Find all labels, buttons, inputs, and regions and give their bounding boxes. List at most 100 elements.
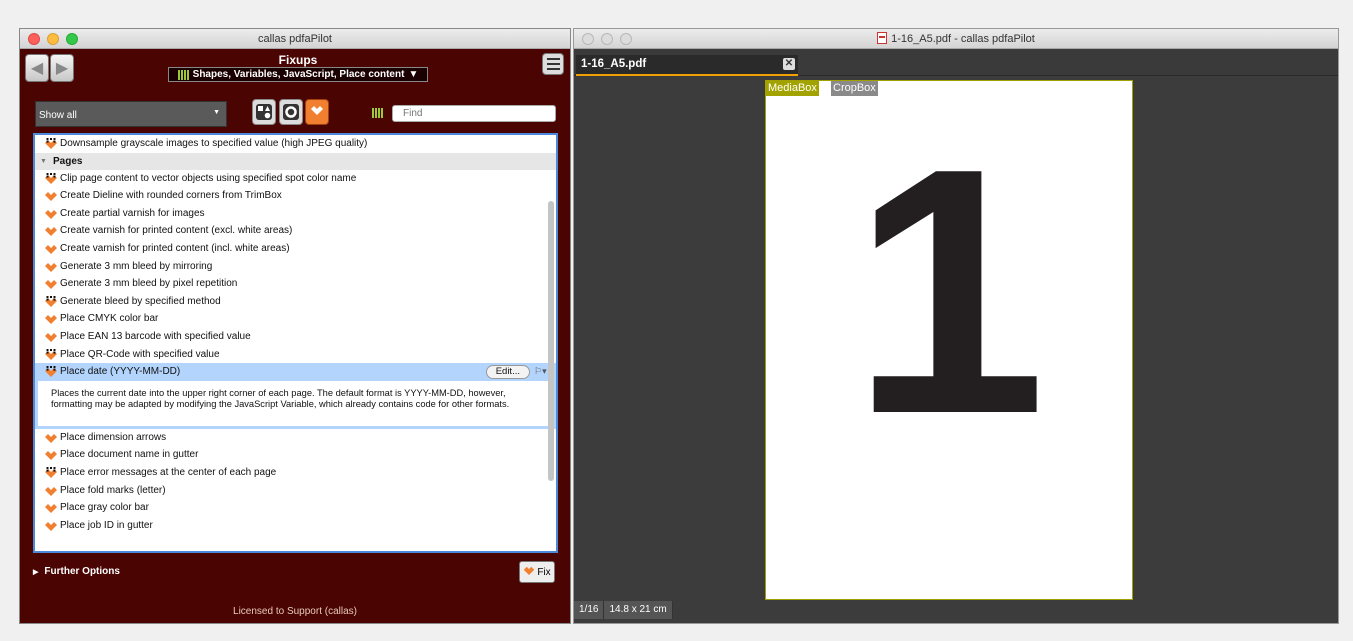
list-item[interactable]: Generate bleed by specified method: [35, 293, 556, 311]
fixup-diamond-icon: [45, 313, 57, 325]
shapes-icon: [256, 104, 272, 120]
page-content-number: 1: [851, 96, 1047, 487]
fixup-diamond-icon: [45, 261, 57, 273]
list-item[interactable]: Create Dieline with rounded corners from…: [35, 187, 556, 205]
edit-button[interactable]: Edit...: [485, 365, 530, 380]
list-item[interactable]: Place document name in gutter: [35, 446, 556, 464]
arrow-right-icon: ▶: [55, 60, 69, 77]
pdf-file-icon: [877, 32, 888, 44]
zoom-window-button[interactable]: [620, 33, 632, 45]
list-item[interactable]: Place job ID in gutter: [35, 517, 556, 535]
forward-button[interactable]: ▶: [50, 54, 74, 82]
list-item[interactable]: Clip page content to vector objects usin…: [35, 170, 556, 188]
group-header-pages[interactable]: ▼ Pages: [35, 152, 556, 170]
list-item[interactable]: Create varnish for printed content (excl…: [35, 222, 556, 240]
hamburger-menu-button[interactable]: [542, 53, 564, 75]
ring-icon: [283, 104, 299, 120]
disclosure-triangle-icon: ▶: [33, 569, 39, 576]
list-item-label: Place EAN 13 barcode with specified valu…: [60, 330, 251, 342]
list-item[interactable]: Generate 3 mm bleed by pixel repetition: [35, 275, 556, 293]
fixup-diamond-icon: [45, 278, 57, 290]
fixups-window: callas pdfaPilot ◀ ▶ Fixups Shapes, Vari…: [19, 28, 571, 624]
category-selector[interactable]: Shapes, Variables, JavaScript, Place con…: [168, 67, 428, 82]
list-item[interactable]: Generate 3 mm bleed by mirroring: [35, 258, 556, 276]
fixup-diamond-icon: [45, 449, 57, 461]
chevron-down-icon: ▼: [408, 69, 419, 80]
left-window-titlebar: callas pdfaPilot: [20, 29, 570, 49]
list-item-selected[interactable]: Place date (YYYY-MM-DD) Edit... ⚐▾: [35, 363, 556, 381]
pdf-viewer-window: 1-16_A5.pdf - callas pdfaPilot 1-16_A5.p…: [573, 28, 1339, 624]
list-item-label: Place QR-Code with specified value: [60, 348, 220, 360]
back-button[interactable]: ◀: [25, 54, 49, 82]
dotted-fixup-icon: [45, 466, 57, 479]
close-window-button[interactable]: [28, 33, 40, 45]
fix-button[interactable]: Fix: [519, 561, 555, 583]
circle-filter-button[interactable]: [279, 99, 303, 125]
fixup-description: Places the current date into the upper r…: [35, 380, 556, 429]
list-item-label: Create partial varnish for images: [60, 207, 205, 219]
close-tab-icon[interactable]: ✕: [783, 58, 795, 70]
shapes-filter-button[interactable]: [252, 99, 276, 125]
category-selector-label: Shapes, Variables, JavaScript, Place con…: [192, 69, 405, 80]
list-item[interactable]: Create partial varnish for images: [35, 205, 556, 223]
list-item-label: Place gray color bar: [60, 502, 149, 514]
list-item-label: Place CMYK color bar: [60, 313, 159, 325]
find-input[interactable]: [392, 105, 556, 122]
zoom-window-button[interactable]: [66, 33, 78, 45]
further-options-toggle[interactable]: ▶ Further Options: [33, 566, 120, 577]
document-tab-label: 1-16_A5.pdf: [581, 58, 647, 70]
toolbar: Show all ▼: [35, 99, 556, 127]
list-item[interactable]: Place EAN 13 barcode with specified valu…: [35, 328, 556, 346]
list-item-label: Create Dieline with rounded corners from…: [60, 190, 282, 202]
right-window-title: 1-16_A5.pdf - callas pdfaPilot: [891, 33, 1035, 45]
disclosure-triangle-icon: ▼: [40, 157, 47, 165]
fixup-diamond-icon: [45, 243, 57, 255]
chevron-down-icon: ▼: [213, 109, 220, 116]
right-window-titlebar: 1-16_A5.pdf - callas pdfaPilot: [574, 29, 1338, 49]
fixup-diamond-icon: [524, 566, 535, 575]
vertical-scrollbar[interactable]: [548, 201, 554, 481]
filter-select-value: Show all: [39, 110, 77, 121]
list-item[interactable]: Place error messages at the center of ea…: [35, 464, 556, 482]
fixup-diamond-icon: [45, 190, 57, 202]
status-bar: 1/16 14.8 x 21 cm: [574, 601, 673, 619]
fixup-diamond-icon: [45, 432, 57, 444]
dotted-fixup-icon: [45, 172, 57, 185]
list-item-label: Generate 3 mm bleed by pixel repetition: [60, 278, 238, 290]
list-item-label: Generate 3 mm bleed by mirroring: [60, 260, 213, 272]
page-size: 14.8 x 21 cm: [604, 601, 673, 619]
list-item[interactable]: Place gray color bar: [35, 499, 556, 517]
fixups-list: Downsample grayscale images to specified…: [33, 133, 558, 553]
license-text: Licensed to Support (callas): [233, 606, 357, 617]
fixup-diamond-icon: [45, 225, 57, 237]
fixup-diamond-icon: [45, 485, 57, 497]
dotted-fixup-icon: [45, 348, 57, 361]
fix-button-label: Fix: [537, 566, 551, 578]
bars-filter-icon[interactable]: [372, 108, 383, 118]
pdf-page[interactable]: MediaBox CropBox 1: [765, 80, 1133, 600]
list-item[interactable]: Place dimension arrows: [35, 429, 556, 447]
document-tab[interactable]: 1-16_A5.pdf ✕: [576, 55, 798, 76]
further-options-label: Further Options: [44, 566, 120, 577]
list-item-label: Place dimension arrows: [60, 431, 167, 443]
close-window-button[interactable]: [582, 33, 594, 45]
minimize-window-button[interactable]: [47, 33, 59, 45]
fixup-diamond-icon: [45, 208, 57, 220]
list-item-label: Place date (YYYY-MM-DD): [60, 366, 181, 378]
mediabox-label: MediaBox: [766, 81, 819, 96]
list-item[interactable]: Place QR-Code with specified value: [35, 346, 556, 364]
fixup-filter-button[interactable]: [305, 99, 329, 125]
list-item[interactable]: Downsample grayscale images to specified…: [35, 135, 556, 153]
minimize-window-button[interactable]: [601, 33, 613, 45]
menu-icon: [546, 58, 560, 60]
bars-icon: [177, 69, 189, 80]
list-item-label: Generate bleed by specified method: [60, 295, 221, 307]
list-item-label: Place fold marks (letter): [60, 484, 166, 496]
cropbox-label: CropBox: [831, 81, 878, 96]
list-item[interactable]: Create varnish for printed content (incl…: [35, 240, 556, 258]
list-item[interactable]: Place fold marks (letter): [35, 482, 556, 500]
fixup-diamond-icon: [311, 106, 323, 115]
list-item[interactable]: Place CMYK color bar: [35, 310, 556, 328]
page-indicator[interactable]: 1/16: [574, 601, 605, 619]
filter-select[interactable]: Show all ▼: [35, 101, 227, 127]
